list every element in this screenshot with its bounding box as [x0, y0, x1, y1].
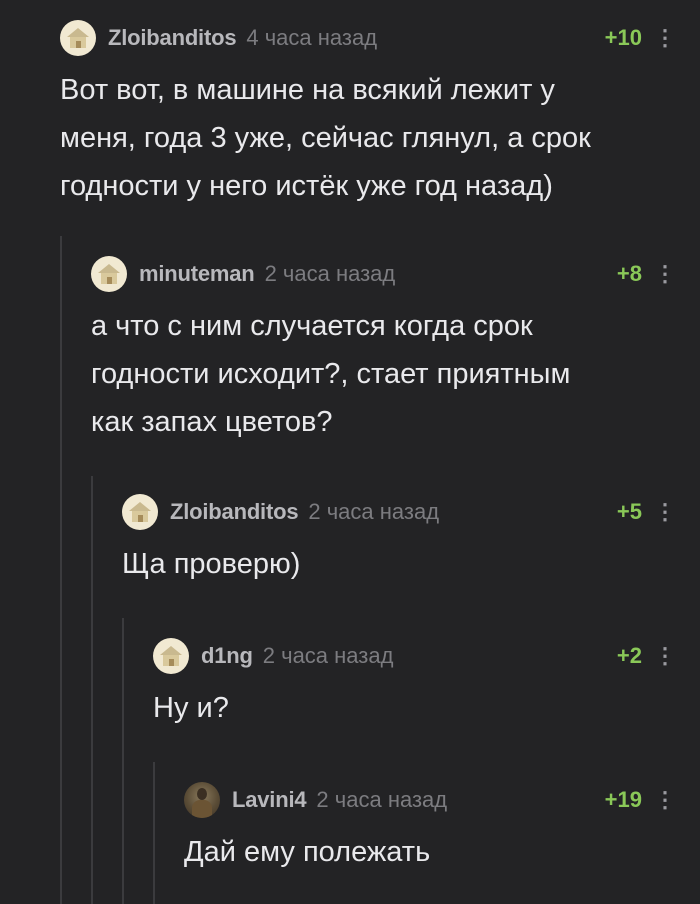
comment-header: minuteman 2 часа назад +8 ⋮ — [91, 254, 676, 294]
comment: minuteman 2 часа назад +8 ⋮ а что с ним … — [91, 254, 676, 446]
comment-text: Ну и? — [153, 684, 672, 732]
comment-text-line: Вот вот, в машине на всякий лежит у — [60, 74, 555, 106]
comment-text: Дай ему полежать — [184, 828, 672, 876]
more-menu-icon[interactable]: ⋮ — [654, 789, 676, 811]
comment-time[interactable]: 2 часа назад — [316, 787, 447, 813]
thread-line[interactable] — [122, 618, 124, 904]
comment-rating: +10 — [604, 25, 642, 50]
comment-text-line: годности исходит?, стает приятным — [91, 358, 571, 390]
comment-time[interactable]: 2 часа назад — [308, 499, 439, 525]
comment-thread: Zloibanditos 4 часа назад +10 ⋮ Вот вот,… — [0, 0, 700, 904]
comment-rating: +5 — [616, 499, 642, 524]
user-avatar[interactable] — [122, 494, 158, 530]
author-name[interactable]: Lavini4 — [232, 787, 307, 813]
user-avatar[interactable] — [153, 638, 189, 674]
author-name[interactable]: Zloibanditos — [170, 499, 299, 525]
comment-text-line: а что с ним случается когда срок — [91, 310, 533, 342]
comment-text: Вот вот, в машине на всякий лежит у меня… — [60, 66, 672, 210]
more-menu-icon[interactable]: ⋮ — [654, 645, 676, 667]
comment: Zloibanditos 4 часа назад +10 ⋮ Вот вот,… — [60, 18, 676, 210]
thread-line[interactable] — [60, 236, 62, 904]
comment-text-line: как запах цветов? — [91, 406, 333, 438]
comment-rating: +2 — [616, 643, 642, 668]
comment-header: Lavini4 2 часа назад +19 ⋮ — [184, 780, 676, 820]
comment-header: d1ng 2 часа назад +2 ⋮ — [153, 636, 676, 676]
comment: Lavini4 2 часа назад +19 ⋮ Дай ему полеж… — [184, 780, 676, 876]
comment-header: Zloibanditos 4 часа назад +10 ⋮ — [60, 18, 676, 58]
more-menu-icon[interactable]: ⋮ — [654, 27, 676, 49]
comment: Zloibanditos 2 часа назад +5 ⋮ Ща провер… — [122, 492, 676, 588]
comment: d1ng 2 часа назад +2 ⋮ Ну и? — [153, 636, 676, 732]
comment-time[interactable]: 2 часа назад — [263, 643, 394, 669]
comment-time[interactable]: 2 часа назад — [265, 261, 396, 287]
more-menu-icon[interactable]: ⋮ — [654, 263, 676, 285]
comment-text: а что с ним случается когда срок годност… — [91, 302, 672, 446]
comment-time[interactable]: 4 часа назад — [246, 25, 377, 51]
more-menu-icon[interactable]: ⋮ — [654, 501, 676, 523]
comment-text-line: годности у него истёк уже год назад) — [60, 170, 553, 202]
thread-line[interactable] — [91, 476, 93, 904]
comment-text-line: Ну и? — [153, 692, 229, 724]
comment-text-line: Ща проверю) — [122, 548, 301, 580]
comment-rating: +8 — [616, 261, 642, 286]
comment-header: Zloibanditos 2 часа назад +5 ⋮ — [122, 492, 676, 532]
author-name[interactable]: minuteman — [139, 261, 255, 287]
comment-text-line: меня, года 3 уже, сейчас глянул, а срок — [60, 122, 591, 154]
user-avatar[interactable] — [60, 20, 96, 56]
comment-text: Ща проверю) — [122, 540, 672, 588]
comment-text-line: Дай ему полежать — [184, 836, 431, 868]
author-name[interactable]: d1ng — [201, 643, 253, 669]
author-name[interactable]: Zloibanditos — [108, 25, 237, 51]
user-avatar[interactable] — [91, 256, 127, 292]
comment-rating: +19 — [604, 787, 642, 812]
user-avatar[interactable] — [184, 782, 220, 818]
thread-line[interactable] — [153, 762, 155, 904]
